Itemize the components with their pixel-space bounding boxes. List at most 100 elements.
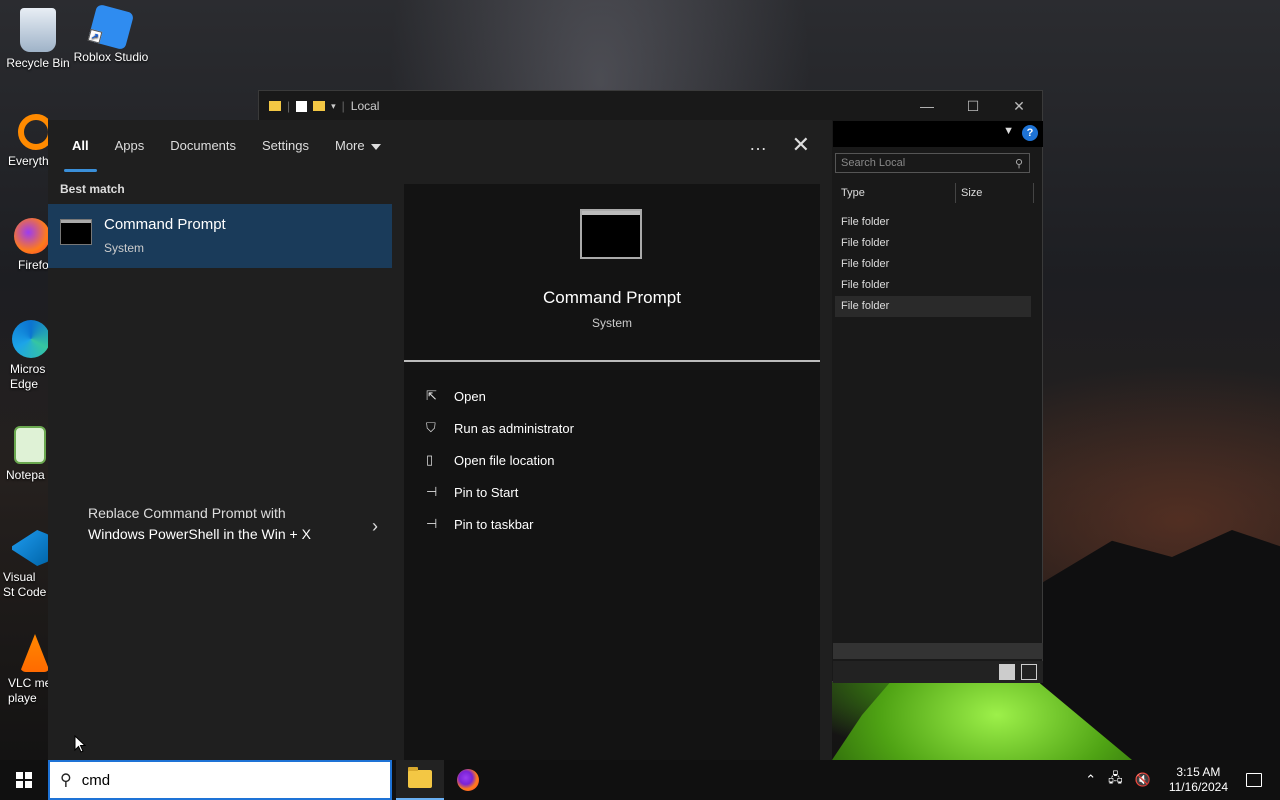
file-row[interactable]: File folder xyxy=(835,275,1031,296)
tab-apps[interactable]: Apps xyxy=(115,120,145,172)
file-location-icon: ▯ xyxy=(426,452,434,467)
preview-actions: ⇱ Open ⛉ Run as administrator ▯ Open file l… xyxy=(426,380,574,540)
search-input[interactable] xyxy=(81,771,362,789)
close-icon[interactable]: ✕ xyxy=(996,91,1042,121)
taskbar: ⚲ ⌃ 🖧 🔇 3:15 AM 11/16/2024 xyxy=(0,760,1280,800)
file-row[interactable]: File folder xyxy=(835,296,1031,317)
more-options-icon[interactable]: … xyxy=(749,134,768,155)
taskbar-search-box[interactable]: ⚲ xyxy=(48,760,392,800)
powershell-tip[interactable]: Replace Command Prompt with Windows Powe… xyxy=(88,508,378,542)
search-placeholder: Search Local xyxy=(841,157,906,169)
best-match-result[interactable]: Command Prompt System xyxy=(48,204,392,268)
tab-all[interactable]: All xyxy=(64,120,97,172)
shortcut-arrow-icon: ↗ xyxy=(87,28,103,44)
command-prompt-icon xyxy=(580,209,642,259)
new-folder-icon[interactable] xyxy=(313,101,326,111)
action-label: Pin to taskbar xyxy=(454,516,534,532)
search-icon: ⚲ xyxy=(1014,158,1023,170)
roblox-studio-icon: ↗ xyxy=(87,3,135,51)
preview-title: Command Prompt xyxy=(543,288,681,307)
tab-more[interactable]: More xyxy=(335,120,381,172)
action-run-as-administrator[interactable]: ⛉ Run as administrator xyxy=(426,412,574,444)
result-kind: System xyxy=(104,241,145,255)
desktop-icon-label: Everyth xyxy=(8,154,48,168)
explorer-title: Local xyxy=(350,99,380,113)
notifications-icon[interactable] xyxy=(1246,773,1262,787)
file-row[interactable]: File folder xyxy=(835,212,1031,233)
properties-icon[interactable] xyxy=(296,100,308,112)
network-icon[interactable]: 🖧 xyxy=(1108,769,1123,791)
desktop-icon-roblox-studio[interactable]: ↗ Roblox Studio xyxy=(73,3,149,65)
edge-icon xyxy=(12,320,48,358)
help-icon[interactable]: ? xyxy=(1022,125,1038,141)
file-row[interactable]: File folder xyxy=(835,233,1031,254)
column-header-size[interactable]: Size xyxy=(961,187,982,199)
divider: | xyxy=(287,99,291,113)
clock[interactable]: 3:15 AM 11/16/2024 xyxy=(1169,765,1228,795)
desktop-icon-vscode[interactable]: Visual St Code xyxy=(0,530,48,600)
action-label: Run as administrator xyxy=(454,420,574,436)
file-row[interactable]: File folder xyxy=(835,254,1031,275)
command-prompt-icon xyxy=(60,219,92,245)
vscode-icon xyxy=(12,530,48,566)
maximize-icon[interactable]: ☐ xyxy=(950,91,996,121)
tip-partial-line: Replace Command Prompt with xyxy=(88,508,286,518)
action-label: Open xyxy=(454,388,486,404)
explorer-search-input[interactable]: Search Local ⚲ xyxy=(835,153,1030,173)
notepad-icon xyxy=(14,426,46,464)
shield-icon: ⛉ xyxy=(426,420,436,435)
windows-logo-icon xyxy=(16,772,32,788)
action-label: Open file location xyxy=(454,452,555,468)
desktop-icon-label: Recycle Bin xyxy=(6,56,70,70)
chevron-right-icon: › xyxy=(372,516,378,536)
start-search-panel: All Apps Documents Settings More … ✕ Bes… xyxy=(48,120,832,760)
chevron-down-icon[interactable]: ▾ xyxy=(331,101,336,112)
everything-search-icon xyxy=(18,114,48,150)
file-list: File folder File folder File folder File… xyxy=(835,212,1031,317)
action-open[interactable]: ⇱ Open xyxy=(426,380,574,412)
result-preview: Command Prompt System ⇱ Open ⛉ Run as admi… xyxy=(404,184,820,760)
show-hidden-icons-icon[interactable]: ⌃ xyxy=(1085,772,1096,788)
divider: | xyxy=(341,99,345,113)
desktop-icon-label: Visual St Code xyxy=(3,570,47,599)
large-icons-view-icon[interactable] xyxy=(1021,664,1037,680)
horizontal-scrollbar[interactable] xyxy=(833,643,1043,659)
desktop-icon-everything[interactable]: Everyth xyxy=(0,114,48,169)
column-header-type[interactable]: Type xyxy=(841,187,865,199)
taskbar-firefox[interactable] xyxy=(444,760,492,800)
action-pin-to-taskbar[interactable]: ⊣ Pin to taskbar xyxy=(426,508,574,540)
details-view-icon[interactable] xyxy=(999,664,1015,680)
open-icon: ⇱ xyxy=(426,388,437,403)
desktop-icon-label: Micros Edge xyxy=(10,362,46,391)
minimize-icon[interactable]: — xyxy=(904,91,950,121)
column-headers: Type Size xyxy=(835,183,1035,203)
results-list: Best match Command Prompt System Replace… xyxy=(48,172,392,760)
tab-documents[interactable]: Documents xyxy=(170,120,236,172)
firefox-icon xyxy=(14,218,48,254)
status-bar xyxy=(833,661,1043,683)
desktop-icon-recycle-bin[interactable]: Recycle Bin xyxy=(0,8,76,71)
desktop-icon-firefox[interactable]: Firefo xyxy=(0,218,48,273)
clock-time: 3:15 AM xyxy=(1176,765,1221,779)
divider xyxy=(404,360,820,362)
pin-icon: ⊣ xyxy=(426,516,438,531)
pin-icon: ⊣ xyxy=(426,484,438,499)
close-icon[interactable]: ✕ xyxy=(792,132,810,158)
start-button[interactable] xyxy=(0,760,48,800)
taskbar-file-explorer[interactable] xyxy=(396,760,444,800)
desktop-icon-edge[interactable]: Micros Edge xyxy=(0,320,48,392)
expand-ribbon-icon[interactable]: ▼ xyxy=(1003,125,1014,137)
action-open-file-location[interactable]: ▯ Open file location xyxy=(426,444,574,476)
search-icon: ⚲ xyxy=(60,772,72,789)
tab-settings[interactable]: Settings xyxy=(262,120,309,172)
firefox-icon xyxy=(457,769,479,791)
mouse-cursor-icon xyxy=(74,735,86,753)
vlc-icon xyxy=(20,634,50,672)
volume-muted-icon[interactable]: 🔇 xyxy=(1135,772,1151,788)
tip-main-line: Windows PowerShell in the Win + X xyxy=(88,526,311,542)
desktop-icon-notepad[interactable]: Notepa xyxy=(0,426,48,483)
result-name: Command Prompt xyxy=(104,216,226,233)
preview-subtitle: System xyxy=(591,316,632,330)
action-pin-to-start[interactable]: ⊣ Pin to Start xyxy=(426,476,574,508)
file-explorer-icon xyxy=(408,767,432,788)
